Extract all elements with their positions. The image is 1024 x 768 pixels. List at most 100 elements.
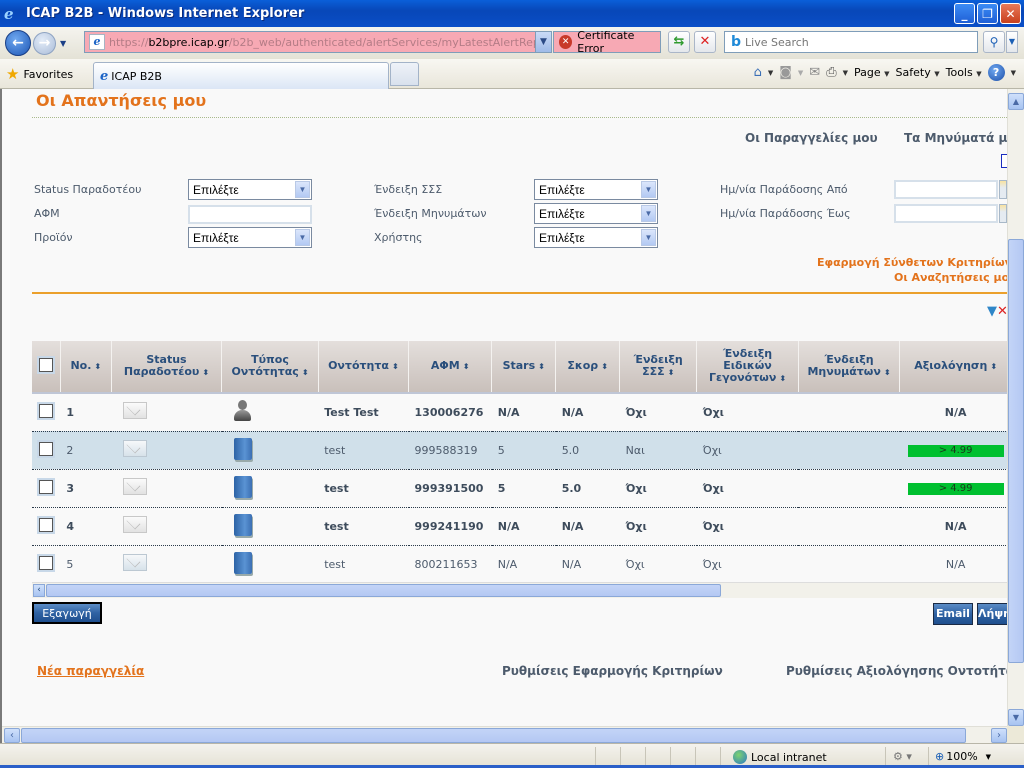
horizontal-scroll-thumb[interactable] (21, 728, 966, 743)
scroll-left-button[interactable]: ‹ (4, 728, 20, 743)
protected-mode-icon[interactable]: ⚙ ▾ (893, 750, 912, 763)
scroll-up-button[interactable]: ▲ (1008, 93, 1024, 110)
mail-icon[interactable]: ✉ (809, 65, 820, 80)
zoom-level[interactable]: ⊕ 100% ▼ (935, 750, 991, 763)
search-button[interactable]: ⚲ (983, 31, 1005, 53)
column-header-messages[interactable]: Ένδειξη Μηνυμάτων ⬍ (798, 341, 901, 394)
cell-score: N/A (555, 545, 620, 584)
criteria-settings-link[interactable]: Ρυθμίσεις Εφαρμογής Κριτηρίων (502, 664, 723, 678)
afm-filter-input[interactable] (188, 205, 312, 224)
forward-button[interactable]: → (33, 31, 56, 55)
new-tab-button[interactable] (390, 62, 419, 86)
minimize-button[interactable]: _ (954, 3, 975, 24)
download-button[interactable]: Λήψη (977, 603, 1011, 625)
tools-menu[interactable]: Tools ▼ (946, 66, 982, 79)
email-button[interactable]: Email (933, 603, 973, 625)
table-horizontal-scrollbar[interactable]: ‹ (32, 582, 1007, 598)
cell-stars: N/A (491, 507, 556, 546)
table-row[interactable]: 3 test 999391500 5 5.0 Όχι Όχι > 4.99 (32, 469, 1007, 508)
cell-entity[interactable]: test (318, 545, 409, 584)
date-to-input[interactable] (894, 204, 998, 223)
table-scroll-thumb[interactable] (46, 584, 721, 597)
security-zone[interactable]: Local intranet (733, 750, 827, 764)
scroll-left-button[interactable]: ‹ (33, 584, 45, 597)
cell-entity[interactable]: test (318, 431, 409, 470)
my-messages-link[interactable]: Τα Μηνύματά μου (904, 131, 1024, 145)
certificate-error-button[interactable]: ✕ Certificate Error (553, 29, 661, 55)
cell-entity[interactable]: Test Test (318, 393, 409, 432)
page-menu[interactable]: Page ▼ (854, 66, 890, 79)
refresh-button[interactable]: ⇆ (668, 31, 690, 53)
column-header-status[interactable]: Status Παραδοτέου ⬍ (111, 341, 223, 394)
select-all-checkbox[interactable] (38, 358, 53, 372)
sort-icon: ⬍ (883, 368, 891, 377)
column-header-entity-type[interactable]: Τύπος Οντότητας ⬍ (221, 341, 319, 394)
search-options-dropdown[interactable]: ▼ (1006, 31, 1018, 53)
entity-rating-settings-link[interactable]: Ρυθμίσεις Αξιολόγησης Οντοτήτων (786, 664, 1024, 678)
sss-filter-select[interactable]: Επιλέξτε ▼ (534, 179, 658, 200)
apply-criteria-link[interactable]: Εφαρμογή Σύνθετων Κριτηρίων (817, 256, 1012, 269)
date-to-calendar-icon[interactable] (999, 204, 1007, 223)
date-from-input[interactable] (894, 180, 998, 199)
browser-tab[interactable]: e ICAP B2B (93, 62, 389, 89)
print-dropdown[interactable]: ▼ (843, 69, 848, 77)
product-filter-label: Προϊόν (34, 231, 73, 244)
print-icon[interactable]: ⎙ (826, 65, 836, 80)
column-header-sss[interactable]: Ένδειξη ΣΣΣ ⬍ (619, 341, 698, 394)
my-orders-link[interactable]: Οι Παραγγελίες μου (745, 131, 878, 145)
help-icon[interactable]: ? (987, 64, 1005, 81)
address-bar[interactable]: e https://b2bpre.icap.gr/b2b_web/authent… (84, 31, 552, 53)
cell-entity[interactable]: test (318, 469, 409, 508)
cell-messages (798, 431, 900, 470)
column-header-rating[interactable]: Αξιολόγηση ⬍ (899, 341, 1007, 394)
table-row[interactable]: 4 test 999241190 N/A N/A Όχι Όχι N/A (32, 507, 1007, 546)
table-row[interactable]: 5 test 800211653 N/A N/A Όχι Όχι N/A (32, 545, 1007, 584)
product-filter-select[interactable]: Επιλέξτε ▼ (188, 227, 312, 248)
scroll-down-button[interactable]: ▼ (1008, 709, 1024, 726)
close-button[interactable]: ✕ (1000, 3, 1021, 24)
new-order-link[interactable]: Νέα παραγγελία (37, 664, 144, 678)
column-header-afm[interactable]: ΑΦΜ ⬍ (408, 341, 493, 394)
column-header-special-events[interactable]: Ένδειξη Ειδικών Γεγονότων ⬍ (696, 341, 799, 394)
date-from-calendar-icon[interactable] (999, 180, 1007, 199)
vertical-scroll-thumb[interactable] (1008, 239, 1024, 663)
address-dropdown[interactable]: ▼ (535, 32, 551, 52)
cell-entity[interactable]: test (318, 507, 409, 546)
recent-pages-dropdown[interactable]: ▼ (60, 39, 66, 48)
help-dropdown[interactable]: ▼ (1011, 69, 1016, 77)
row-checkbox[interactable] (39, 555, 53, 570)
table-row[interactable]: 2 test 999588319 5 5.0 Ναι Όχι > 4.99 (32, 431, 1007, 470)
status-filter-select[interactable]: Επιλέξτε ▼ (188, 179, 312, 200)
home-icon[interactable]: ⌂ (754, 65, 762, 80)
column-header-no[interactable]: No. ⬍ (60, 341, 112, 394)
row-checkbox[interactable] (39, 441, 53, 456)
search-input[interactable] (745, 35, 966, 49)
row-checkbox[interactable] (39, 479, 53, 494)
export-button[interactable]: Εξαγωγή (32, 602, 102, 624)
zoom-dropdown[interactable]: ▼ (986, 753, 991, 761)
stop-button[interactable]: ✕ (694, 31, 716, 53)
table-row[interactable]: 1 Test Test 130006276 N/A N/A Όχι Όχι N/… (32, 393, 1007, 432)
my-searches-link[interactable]: Οι Αναζητήσεις μου (894, 271, 1017, 284)
scroll-right-button[interactable]: › (991, 728, 1007, 743)
row-checkbox[interactable] (39, 517, 53, 532)
column-header-entity[interactable]: Οντότητα ⬍ (318, 341, 410, 394)
restore-button[interactable]: ❐ (977, 3, 998, 24)
vertical-scrollbar[interactable]: ▲ ▼ (1007, 89, 1024, 726)
cell-stars: N/A (491, 393, 556, 432)
horizontal-scrollbar[interactable]: ‹ › (2, 726, 1009, 743)
messages-filter-select[interactable]: Επιλέξτε ▼ (534, 203, 658, 224)
back-button[interactable]: ← (5, 30, 31, 56)
user-filter-select[interactable]: Επιλέξτε ▼ (534, 227, 658, 248)
clear-filter-icon[interactable]: ▼✕ (987, 304, 1008, 319)
column-header-score[interactable]: Σκορ ⬍ (555, 341, 621, 394)
safety-menu[interactable]: Safety ▼ (896, 66, 940, 79)
address-url[interactable]: https://b2bpre.icap.gr/b2b_web/authentic… (109, 36, 537, 49)
favorites-button[interactable]: ★ Favorites (6, 65, 73, 83)
row-checkbox[interactable] (39, 403, 53, 418)
column-header-stars[interactable]: Stars ⬍ (491, 341, 557, 394)
feeds-icon[interactable]: ◙ (779, 65, 792, 80)
home-dropdown[interactable]: ▼ (768, 69, 773, 77)
page-content: Οι Απαντήσεις μου Οι Παραγγελίες μου Τα … (0, 89, 1024, 743)
search-box[interactable]: b (724, 31, 978, 53)
